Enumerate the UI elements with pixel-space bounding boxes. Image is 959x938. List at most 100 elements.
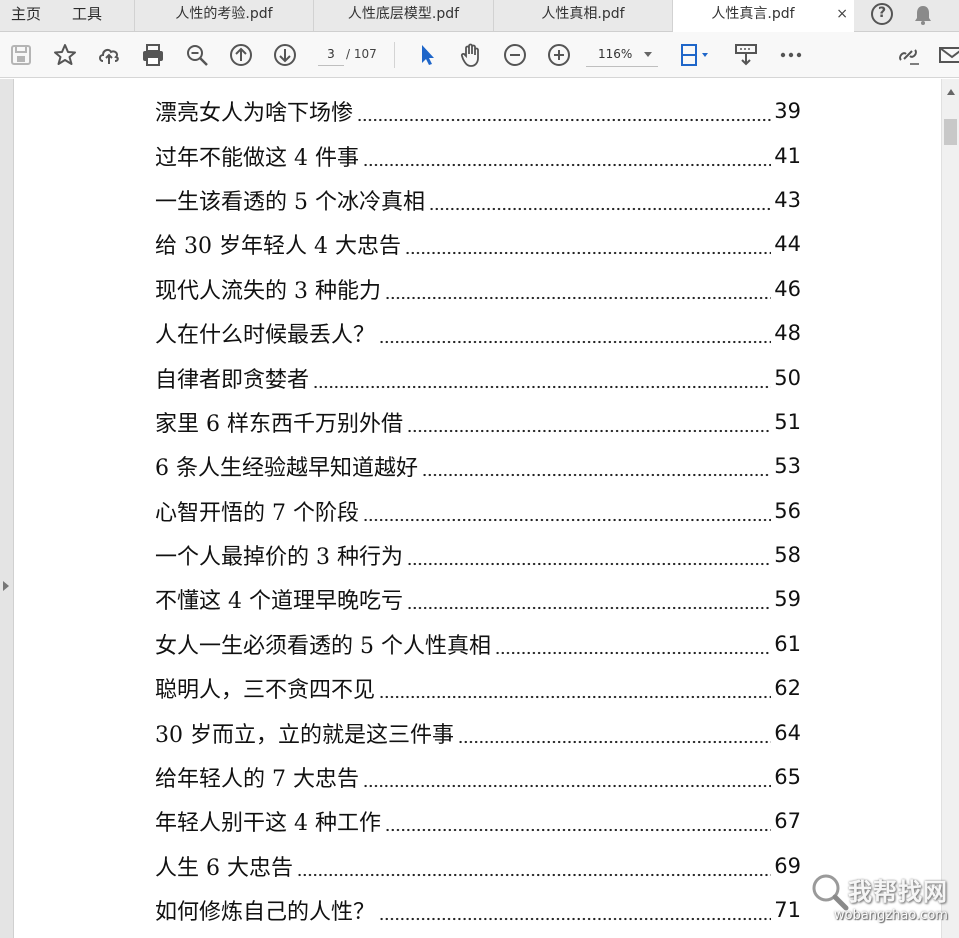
toc-entry-page-number: 53: [774, 454, 801, 479]
toc-dot-leader: [362, 508, 772, 523]
scrollbar-thumb[interactable]: [944, 119, 957, 145]
toc-dot-leader: [379, 331, 772, 346]
toc-dot-leader: [313, 375, 772, 390]
toc-entry-page-number: 71: [774, 898, 801, 923]
toc-entry[interactable]: 如何修炼自己的人性？ 71: [155, 888, 801, 932]
bookmark-star-icon[interactable]: [52, 42, 78, 68]
cloud-upload-icon[interactable]: [96, 42, 122, 68]
tab-label: 人性的考验.pdf: [175, 6, 273, 22]
toc-entry-page-number: 69: [774, 853, 801, 878]
chevron-right-icon: [3, 581, 9, 591]
toc-entry[interactable]: 一个人最掉价的 3 种行为 58: [155, 533, 801, 577]
toc-dot-leader: [362, 775, 772, 790]
toc-entry[interactable]: 过年不能做这 4 件事 41: [155, 133, 801, 177]
toc-entry[interactable]: 人在什么时候最丢人？ 48: [155, 311, 801, 355]
previous-page-icon[interactable]: [228, 42, 254, 68]
toc-entry-title: 漂亮女人为啥下场惨: [155, 101, 354, 127]
chevron-down-icon: [644, 52, 652, 57]
watermark-url: wobangzhao.com: [834, 908, 948, 923]
toc-entry-title: 自律者即贪婪者: [155, 367, 310, 393]
toc-entry[interactable]: 聪明人，三不贪四不见 62: [155, 666, 801, 710]
vertical-scrollbar[interactable]: [941, 79, 959, 938]
toc-dot-leader: [357, 109, 772, 124]
toc-dot-leader: [406, 553, 772, 568]
tab-document-1[interactable]: 人性的考验.pdf: [134, 0, 313, 31]
toc-entry[interactable]: 人生 6 大忠告 69: [155, 844, 801, 888]
toc-entry-page-number: 61: [774, 631, 801, 656]
toc-entry[interactable]: 心智开悟的 7 个阶段 56: [155, 489, 801, 533]
select-cursor-icon[interactable]: [414, 42, 440, 68]
toc-entry[interactable]: 30 岁而立，立的就是这三件事 64: [155, 710, 801, 754]
toolbar-divider: [394, 42, 395, 68]
tab-document-3[interactable]: 人性真相.pdf: [493, 0, 673, 31]
toc-entry-title: 给 30 岁年轻人 4 大忠告: [155, 234, 401, 260]
toc-entry-page-number: 39: [774, 99, 801, 124]
toc-entry-page-number: 59: [774, 587, 801, 612]
zoom-in-icon[interactable]: [546, 42, 572, 68]
toc-entry[interactable]: 6 条人生经验越早知道越好 53: [155, 444, 801, 488]
menu-home[interactable]: 主页: [11, 0, 41, 31]
scroll-up-arrow-icon[interactable]: [947, 89, 955, 95]
toc-entry[interactable]: 给年轻人的 7 大忠告 65: [155, 755, 801, 799]
toc-entry-page-number: 56: [774, 498, 801, 523]
toc-entry[interactable]: 年轻人别干这 4 种工作 67: [155, 799, 801, 843]
toc-entry[interactable]: 家里 6 样东西千万别外借 51: [155, 400, 801, 444]
tab-label: 人性底层模型.pdf: [347, 6, 460, 22]
toc-entry-title: 6 条人生经验越早知道越好: [155, 456, 418, 482]
toc-entry-title: 年轻人别干这 4 种工作: [155, 811, 381, 837]
toc-entry-title: 聪明人，三不贪四不见: [155, 678, 376, 704]
menu-tools[interactable]: 工具: [72, 0, 102, 31]
hand-tool-icon[interactable]: [458, 42, 484, 68]
toc-entry-page-number: 51: [774, 409, 801, 434]
toc-entry-page-number: 46: [774, 276, 801, 301]
more-options-icon[interactable]: [778, 42, 804, 68]
watermark-logo: 我帮找网 wobangzhao.com: [804, 868, 954, 934]
toc-entry-title: 一生该看透的 5 个冰冷真相: [155, 189, 425, 215]
toc-dot-leader: [458, 730, 772, 745]
toc-entry[interactable]: 女人一生必须看透的 5 个人性真相 61: [155, 622, 801, 666]
document-page: 漂亮女人为啥下场惨 39 过年不能做这 4 件事 41 一生该看透的 5 个冰冷真相 43…: [15, 79, 941, 938]
toc-entry-page-number: 48: [774, 321, 801, 346]
page-fit-icon[interactable]: [678, 42, 714, 68]
help-icon[interactable]: ?: [871, 3, 893, 25]
save-icon[interactable]: [8, 42, 34, 68]
toc-entry[interactable]: 一生该看透的 5 个冰冷真相 43: [155, 178, 801, 222]
navigation-panel-toggle[interactable]: [0, 79, 14, 938]
toc-entry[interactable]: 给 30 岁年轻人 4 大忠告 44: [155, 222, 801, 266]
zoom-level-value: 116%: [598, 47, 633, 61]
tab-document-active[interactable]: 人性真言.pdf ×: [673, 0, 854, 32]
zoom-out-icon[interactable]: [502, 42, 528, 68]
next-page-icon[interactable]: [272, 42, 298, 68]
bell-icon[interactable]: [912, 4, 934, 26]
toc-dot-leader: [384, 819, 772, 834]
toc-entry[interactable]: 现代人流失的 3 种能力 46: [155, 267, 801, 311]
toc-entry-title: 如何修炼自己的人性？: [155, 900, 376, 926]
pdf-reader-window: 主页 工具 人性的考验.pdf 人性底层模型.pdf 人性真相.pdf 人性真言…: [0, 0, 959, 938]
toc-entry[interactable]: 自律者即贪婪者 50: [155, 355, 801, 399]
tab-document-2[interactable]: 人性底层模型.pdf: [313, 0, 493, 31]
toc-entry-title: 现代人流失的 3 种能力: [155, 278, 381, 304]
scroll-mode-icon[interactable]: [733, 42, 759, 68]
page-number-input[interactable]: [318, 42, 344, 66]
zoom-out-search-icon[interactable]: [184, 42, 210, 68]
zoom-level-select[interactable]: 116%: [586, 43, 658, 67]
toc-entry-page-number: 58: [774, 543, 801, 568]
tab-label: 人性真相.pdf: [541, 6, 625, 22]
email-icon[interactable]: [938, 42, 959, 68]
tab-close-icon[interactable]: ×: [836, 0, 848, 29]
toc-entry-page-number: 62: [774, 676, 801, 701]
toc-dot-leader: [379, 908, 772, 923]
table-of-contents: 漂亮女人为啥下场惨 39 过年不能做这 4 件事 41 一生该看透的 5 个冰冷真相 43…: [155, 89, 801, 932]
toc-entry-page-number: 64: [774, 720, 801, 745]
toc-entry-title: 人生 6 大忠告: [155, 855, 293, 881]
toc-entry-title: 30 岁而立，立的就是这三件事: [155, 722, 454, 748]
toc-entry[interactable]: 不懂这 4 个道理早晚吃亏 59: [155, 577, 801, 621]
page-total-label: / 107: [346, 47, 377, 61]
sign-link-icon[interactable]: [895, 42, 921, 68]
toc-dot-leader: [428, 197, 772, 212]
toc-entry-title: 不懂这 4 个道理早晚吃亏: [155, 589, 403, 615]
toc-entry-title: 过年不能做这 4 件事: [155, 145, 359, 171]
toc-entry[interactable]: 漂亮女人为啥下场惨 39: [155, 89, 801, 133]
print-icon[interactable]: [140, 42, 166, 68]
toc-entry-page-number: 50: [774, 365, 801, 390]
